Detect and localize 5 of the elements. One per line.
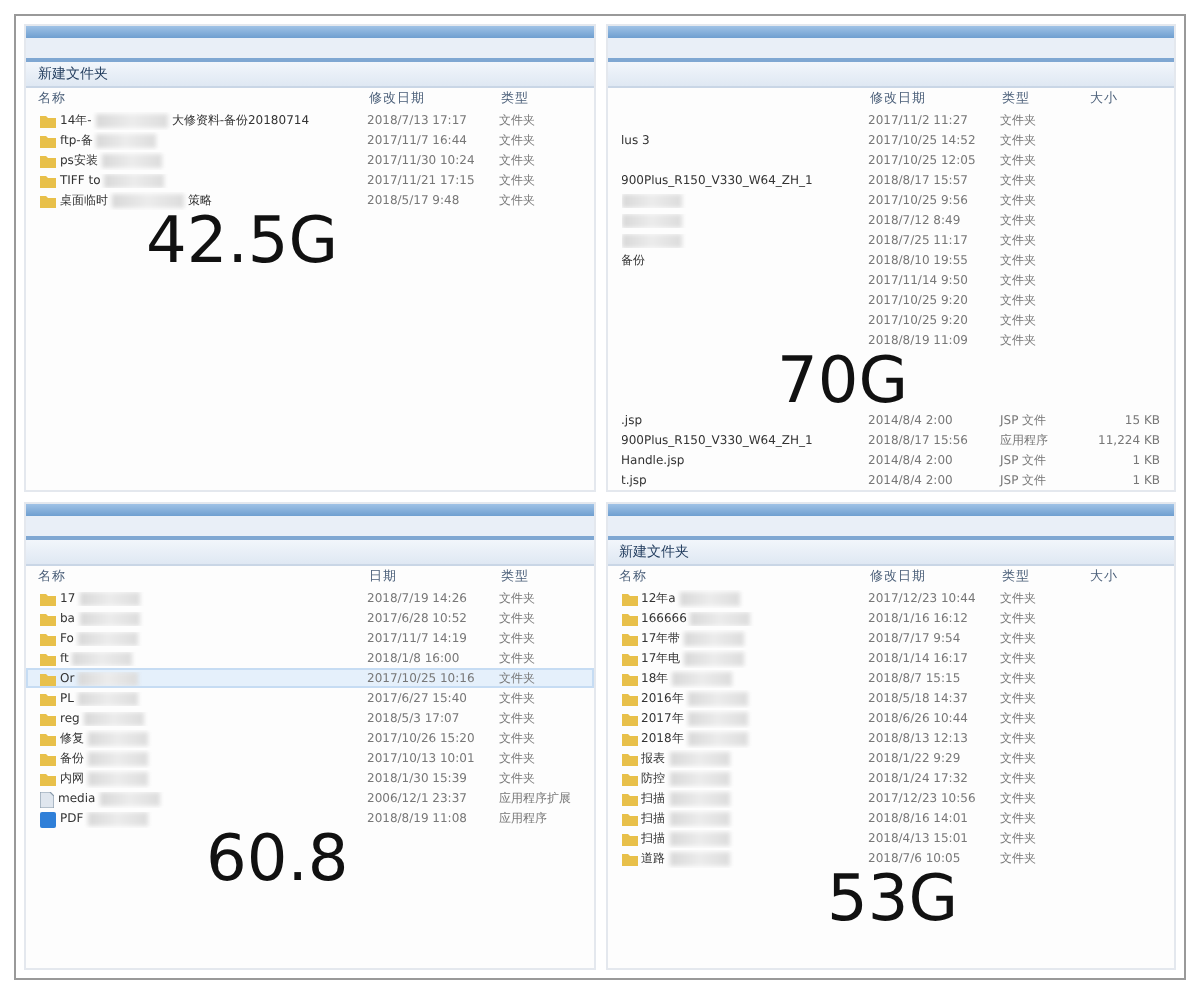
file-icon bbox=[40, 791, 54, 807]
size-annotation: 60.8 bbox=[206, 820, 349, 896]
app-icon bbox=[40, 811, 56, 827]
size-annotation: 70G bbox=[777, 342, 909, 418]
size-annotation: 53G bbox=[827, 860, 959, 936]
